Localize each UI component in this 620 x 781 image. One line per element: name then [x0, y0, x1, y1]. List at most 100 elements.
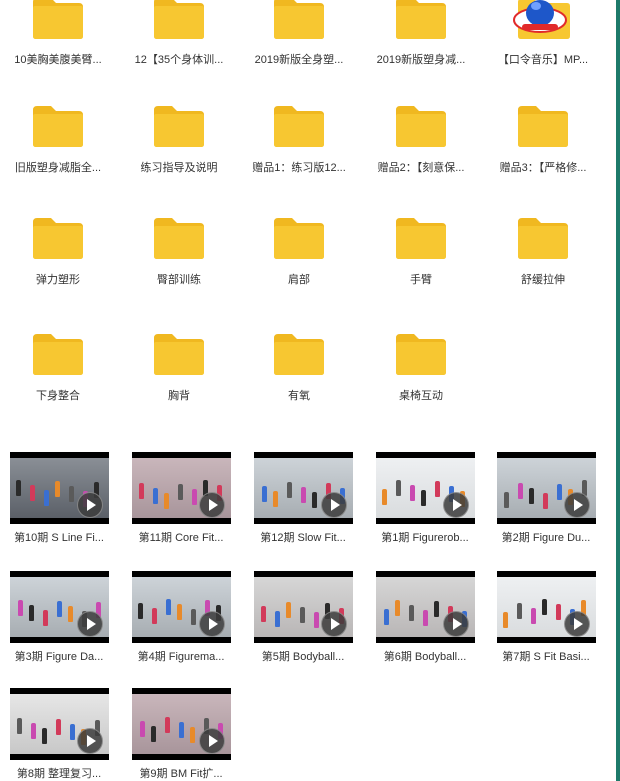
video-label: 第9期 BM Fit扩... — [139, 768, 223, 780]
video-item[interactable]: 第4期 Figurema... — [125, 571, 237, 664]
folder-label: 10美胸美腹美臂... — [14, 54, 102, 66]
folder-label: 手臂 — [410, 274, 432, 286]
thumbnail-figure — [285, 602, 291, 618]
play-icon — [320, 492, 347, 518]
video-label: 第11期 Core Fit... — [138, 532, 224, 544]
folder-item[interactable]: 下身整合 — [3, 330, 113, 403]
video-item[interactable]: 第12期 Slow Fit... — [247, 452, 359, 545]
video-thumbnail — [131, 571, 231, 643]
thumbnail-figure — [164, 717, 170, 733]
thumbnail-figure — [177, 484, 183, 500]
music-app-icon — [488, 0, 598, 40]
thumbnail-figure — [555, 604, 561, 620]
thumbnail-figure — [151, 608, 157, 624]
folder-item[interactable]: 赠品2：【刻意保... — [366, 102, 476, 175]
video-item[interactable]: 第1期 Figurerob... — [369, 452, 481, 545]
play-icon — [563, 611, 590, 637]
thumbnail-figure — [16, 718, 22, 734]
thumbnail-figure — [434, 481, 440, 497]
thumbnail-figure — [17, 600, 23, 616]
thumbnail-figure — [15, 480, 21, 496]
folder-item[interactable]: 12【35个身体训... — [124, 0, 234, 67]
folder-item[interactable]: 赠品3：【严格修... — [488, 102, 598, 175]
folder-item[interactable]: 2019新版塑身减... — [366, 0, 476, 67]
folder-icon — [366, 102, 476, 148]
play-icon — [198, 611, 225, 637]
video-item[interactable]: 第5期 Bodyball... — [247, 571, 359, 664]
folder-label: 有氧 — [288, 390, 310, 402]
video-item[interactable]: 第6期 Bodyball... — [369, 571, 481, 664]
thumbnail-figure — [260, 606, 266, 622]
folder-item[interactable]: 10美胸美腹美臂... — [3, 0, 113, 67]
thumbnail-figure — [139, 721, 145, 737]
folder-icon — [366, 214, 476, 260]
thumbnail-figure — [176, 604, 182, 620]
folder-icon — [366, 330, 476, 376]
thumbnail-figure — [30, 723, 36, 739]
folder-label: 旧版塑身减脂全... — [14, 162, 102, 174]
folder-item[interactable]: 弹力塑形 — [3, 214, 113, 287]
folder-item[interactable]: 舒缓拉伸 — [488, 214, 598, 287]
folder-item[interactable]: 臀部训练 — [124, 214, 234, 287]
video-item[interactable]: 第3期 Figure Da... — [3, 571, 115, 664]
video-item[interactable]: 第9期 BM Fit扩... — [125, 688, 237, 781]
folder-item[interactable]: 有氧 — [244, 330, 354, 403]
folder-icon — [3, 214, 113, 260]
play-icon — [198, 492, 225, 518]
video-item[interactable]: 第11期 Core Fit... — [125, 452, 237, 545]
video-label: 第5期 Bodyball... — [261, 651, 345, 663]
window-right-border — [616, 0, 620, 781]
thumbnail-figure — [152, 488, 158, 504]
video-label: 第4期 Figurema... — [137, 651, 225, 663]
folder-item[interactable]: 肩部 — [244, 214, 354, 287]
thumbnail-figure — [163, 493, 169, 509]
thumbnail-figure — [41, 728, 47, 744]
thumbnail-figure — [191, 489, 197, 505]
thumbnail-figure — [420, 490, 426, 506]
folder-item[interactable]: 手臂 — [366, 214, 476, 287]
folder-item[interactable]: 2019新版全身塑... — [244, 0, 354, 67]
folder-icon — [244, 330, 354, 376]
video-item[interactable]: 第2期 Figure Du... — [490, 452, 602, 545]
folder-icon — [3, 330, 113, 376]
folder-item[interactable]: 旧版塑身减脂全... — [3, 102, 113, 175]
thumbnail-figure — [178, 722, 184, 738]
thumbnail-figure — [68, 486, 74, 502]
folder-item[interactable]: 胸背 — [124, 330, 234, 403]
folder-item[interactable]: 桌椅互动 — [366, 330, 476, 403]
video-item[interactable]: 第10期 S Line Fi... — [3, 452, 115, 545]
video-item[interactable]: 第8期 整理复习... — [3, 688, 115, 781]
play-icon — [198, 728, 225, 754]
thumbnail-figure — [528, 488, 534, 504]
thumbnail-figure — [395, 480, 401, 496]
thumbnail-figure — [56, 601, 62, 617]
video-thumbnail — [9, 571, 109, 643]
thumbnail-figure — [516, 603, 522, 619]
thumbnail-figure — [286, 482, 292, 498]
thumbnail-figure — [137, 603, 143, 619]
folder-icon — [244, 102, 354, 148]
thumbnail-figure — [28, 605, 34, 621]
video-label: 第1期 Figurerob... — [381, 532, 469, 544]
folder-label: 赠品3：【严格修... — [499, 162, 587, 174]
play-icon — [76, 492, 103, 518]
thumbnail-figure — [29, 485, 35, 501]
thumbnail-figure — [311, 492, 317, 508]
video-label: 第2期 Figure Du... — [501, 532, 591, 544]
play-icon — [563, 492, 590, 518]
folder-icon — [488, 102, 598, 148]
video-label: 第10期 S Line Fi... — [14, 532, 104, 544]
folder-item[interactable]: 赠品1：练习版12... — [244, 102, 354, 175]
thumbnail-figure — [274, 611, 280, 627]
video-thumbnail — [496, 452, 596, 524]
thumbnail-figure — [190, 609, 196, 625]
folder-icon — [124, 102, 234, 148]
folder-icon — [244, 214, 354, 260]
folder-item[interactable]: 【口令音乐】MP... — [488, 0, 598, 67]
folder-label: 2019新版全身塑... — [254, 54, 344, 66]
video-item[interactable]: 第7期 S Fit Basi... — [490, 571, 602, 664]
video-label: 第8期 整理复习... — [16, 768, 102, 780]
folder-item[interactable]: 练习指导及说明 — [124, 102, 234, 175]
folder-label: 练习指导及说明 — [140, 162, 218, 174]
thumbnail-figure — [556, 484, 562, 500]
